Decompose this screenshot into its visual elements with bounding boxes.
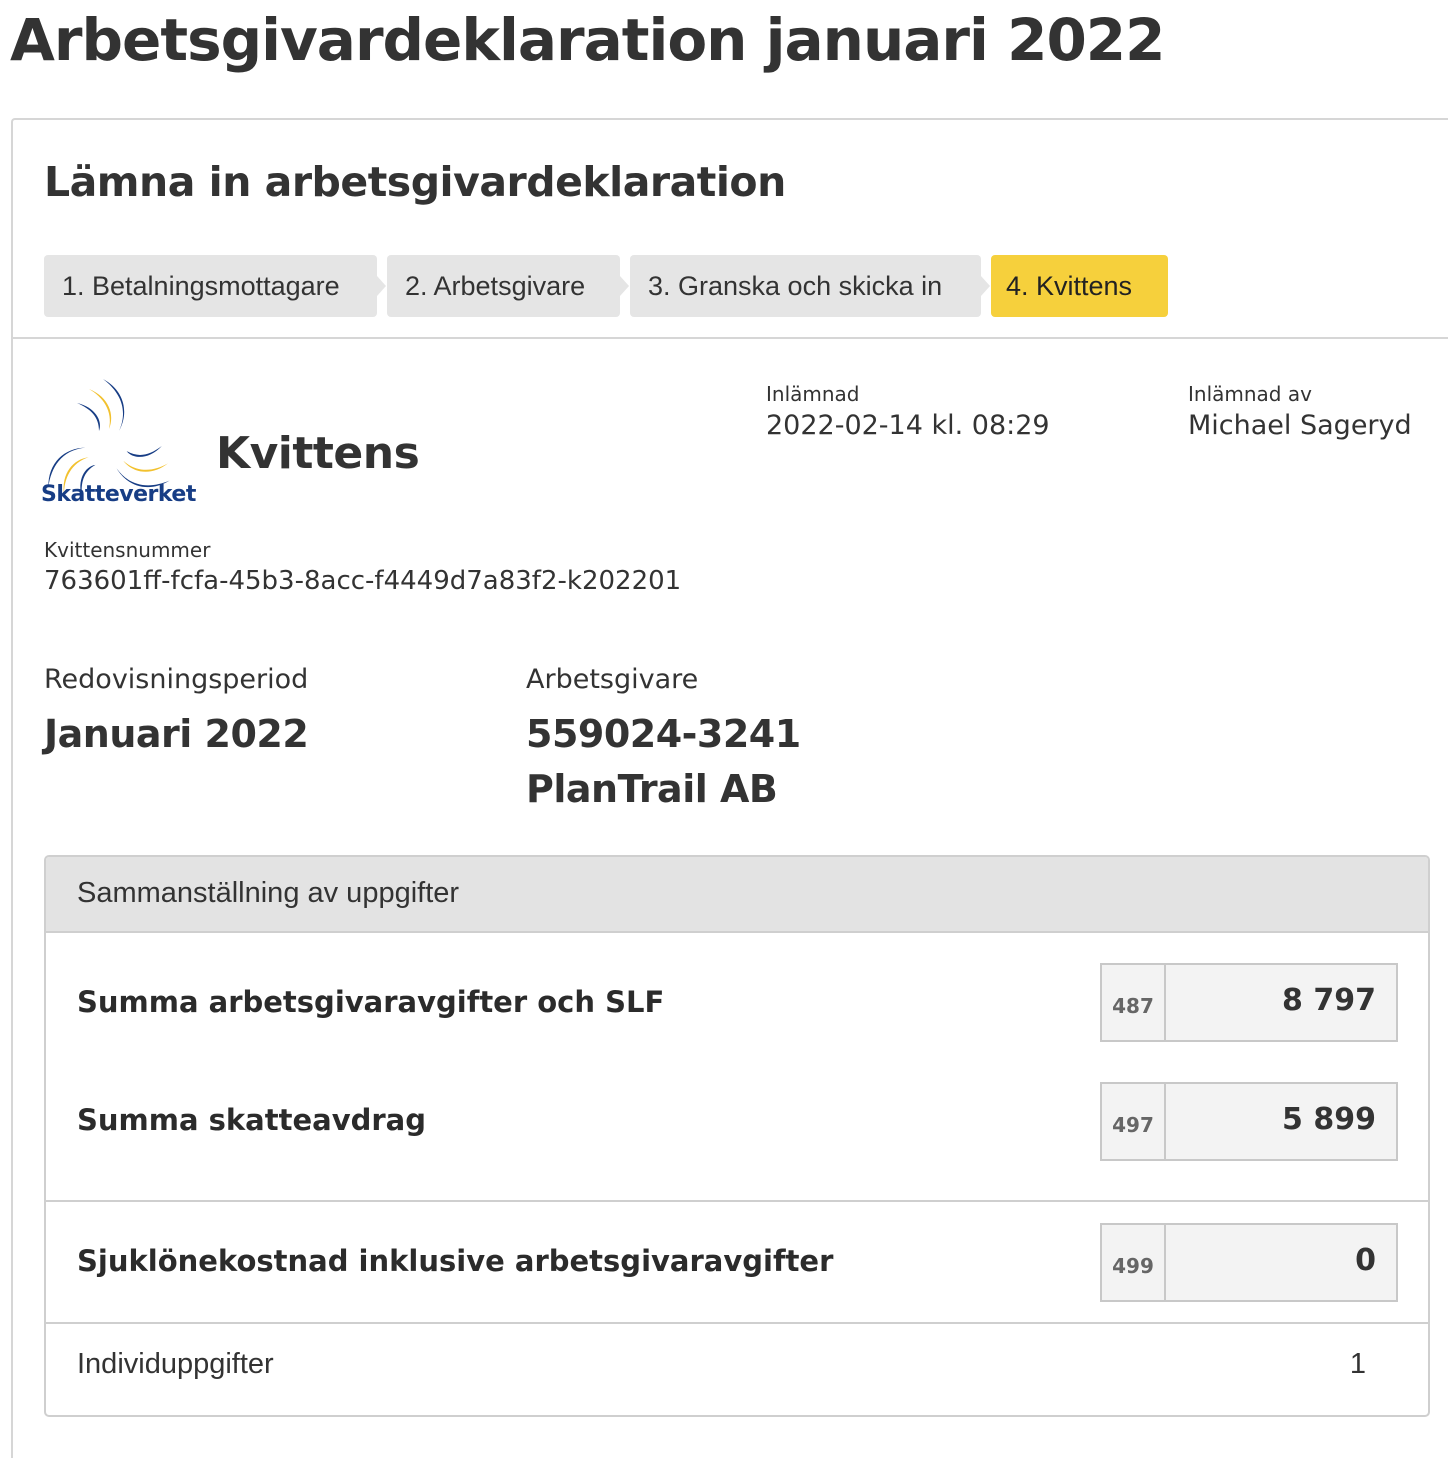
card-title: Lämna in arbetsgivardeklaration <box>44 158 786 206</box>
field-value: 8 797 <box>1282 983 1376 1018</box>
period-label: Redovisningsperiod <box>44 664 309 695</box>
field-487: 487 8 797 <box>1100 963 1398 1042</box>
summary-divider <box>46 1322 1428 1324</box>
row-label-skatteavdrag: Summa skatteavdrag <box>77 1103 427 1137</box>
summary-panel: Sammanställning av uppgifter Summa arbet… <box>44 855 1430 1417</box>
field-499: 499 0 <box>1100 1223 1398 1302</box>
summary-header: Sammanställning av uppgifter <box>46 857 1428 933</box>
employer-name: PlanTrail AB <box>526 767 778 811</box>
field-code: 497 <box>1102 1084 1166 1159</box>
receipt-number-value: 763601ff-fcfa-45b3-8acc-f4449d7a83f2-k20… <box>44 566 682 596</box>
submitted-by-value: Michael Sageryd <box>1188 410 1412 441</box>
row-label-arbetsgivaravgifter: Summa arbetsgivaravgifter och SLF <box>77 985 665 1019</box>
page-title: Arbetsgivardeklaration januari 2022 <box>10 6 1166 74</box>
period-value: Januari 2022 <box>44 712 309 756</box>
step-kvittens: 4. Kvittens <box>991 255 1168 317</box>
summary-divider <box>46 1200 1428 1202</box>
row-label-sjuklonekostnad: Sjuklönekostnad inklusive arbetsgivaravg… <box>77 1244 834 1278</box>
submitted-by-label: Inlämnad av <box>1188 382 1312 406</box>
field-497: 497 5 899 <box>1100 1082 1398 1161</box>
receipt-heading: Kvittens <box>216 428 420 479</box>
individuppgifter-label: Individuppgifter <box>77 1348 274 1380</box>
step-betalningsmottagare[interactable]: 1. Betalningsmottagare <box>44 255 386 317</box>
logo-wordmark: Skatteverket <box>41 482 196 507</box>
individuppgifter-value: 1 <box>1349 1348 1366 1380</box>
declaration-card: Lämna in arbetsgivardeklaration 1. Betal… <box>11 118 1448 1458</box>
summary-title: Sammanställning av uppgifter <box>77 877 460 909</box>
employer-orgnr: 559024-3241 <box>526 712 801 756</box>
submitted-label: Inlämnad <box>766 382 860 406</box>
step-arbetsgivare[interactable]: 2. Arbetsgivare <box>387 255 629 317</box>
card-header: Lämna in arbetsgivardeklaration 1. Betal… <box>13 120 1448 339</box>
field-value: 0 <box>1355 1243 1376 1278</box>
field-code: 487 <box>1102 965 1166 1040</box>
receipt-number-label: Kvittensnummer <box>44 538 211 562</box>
employer-label: Arbetsgivare <box>526 664 699 695</box>
field-value: 5 899 <box>1282 1102 1376 1137</box>
step-granska-och-skicka-in[interactable]: 3. Granska och skicka in <box>630 255 990 317</box>
submitted-value: 2022-02-14 kl. 08:29 <box>766 410 1050 441</box>
field-code: 499 <box>1102 1225 1166 1300</box>
